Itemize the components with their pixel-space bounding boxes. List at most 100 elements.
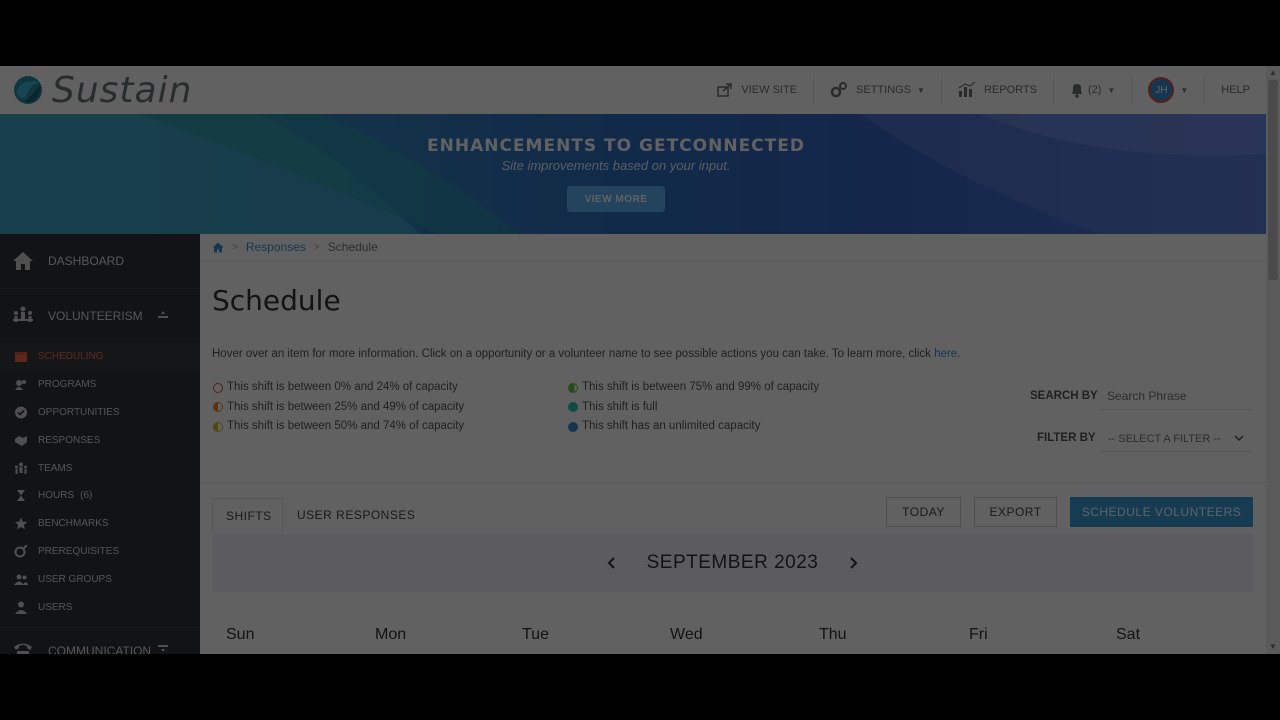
tab-user-responses[interactable]: USER RESPONSES [284, 498, 428, 532]
bell-icon [1071, 84, 1082, 98]
header-nav: VIEW SITE SETTINGS ▼ REPORTS (2) ▼ JH ▼ … [701, 66, 1250, 114]
sidebar-label: DASHBOARD [48, 254, 125, 268]
legend-item: This shift has an unlimited capacity [568, 417, 819, 437]
reports-label: REPORTS [983, 84, 1037, 96]
chevron-right-icon[interactable] [846, 556, 860, 570]
weekday-header: Thu [819, 626, 847, 643]
notifications-menu[interactable]: (2) ▼ [1054, 66, 1131, 114]
sidebar-item-hours[interactable]: HOURS (6) [0, 482, 200, 510]
sustain-logo-icon [14, 76, 42, 104]
sidebar-item-programs[interactable]: PROGRAMS [0, 371, 200, 399]
sidebar: DASHBOARD VOLUNTEERISM SCHEDULING PROGRA… [0, 234, 200, 654]
help-text: Hover over an item for more information.… [212, 348, 960, 360]
breadcrumb-responses-link[interactable]: Responses [246, 240, 306, 254]
capacity-0-24-icon [213, 382, 223, 393]
capacity-25-49-icon [213, 402, 223, 413]
legend-item: This shift is between 50% and 74% of cap… [213, 417, 464, 437]
sidebar-label: USER GROUPS [38, 573, 112, 585]
learn-more-link[interactable]: here [934, 348, 957, 360]
export-button[interactable]: EXPORT [974, 497, 1057, 527]
hours-count-badge: (6) [80, 490, 93, 502]
app-window: Sustain VIEW SITE SETTINGS ▼ REPORTS (2)… [0, 66, 1280, 654]
weekday-header: Fri [969, 626, 988, 643]
legend-label: This shift is between 0% and 24% of capa… [227, 381, 458, 393]
check-circle-icon [15, 406, 27, 419]
gears-icon [830, 82, 848, 98]
help-text-body: Hover over an item for more information.… [212, 348, 935, 360]
calendar-icon [15, 352, 27, 363]
home-icon[interactable] [212, 242, 224, 253]
divider [200, 482, 1266, 483]
filter-selected-value: -- SELECT A FILTER -- [1108, 432, 1221, 445]
breadcrumb-separator: > [313, 241, 320, 253]
chevron-down-icon: ▼ [1107, 85, 1116, 95]
user-menu[interactable]: JH ▼ [1132, 66, 1204, 114]
reports-link[interactable]: REPORTS [942, 66, 1053, 114]
help-link[interactable]: HELP [1205, 66, 1250, 114]
sidebar-item-scheduling[interactable]: SCHEDULING [0, 343, 200, 371]
brand-logo[interactable]: Sustain [12, 69, 193, 111]
help-label: HELP [1221, 84, 1250, 96]
divider [200, 261, 1266, 262]
capacity-unlimited-icon [568, 421, 578, 432]
banner-background-shapes [0, 114, 1266, 234]
weekday-header: Sat [1116, 626, 1141, 643]
sidebar-item-responses[interactable]: RESPONSES [0, 426, 200, 454]
sidebar-label: PREREQUISITES [38, 545, 120, 557]
scroll-up-icon[interactable]: ▲ [1269, 68, 1277, 77]
settings-menu[interactable]: SETTINGS ▼ [814, 66, 941, 114]
sidebar-label: SCHEDULING [38, 351, 104, 363]
avatar: JH [1148, 77, 1175, 103]
legend-label: This shift is full [582, 400, 658, 413]
breadcrumb-separator: > [232, 241, 238, 253]
sidebar-label: VOLUNTEERISM [48, 309, 143, 323]
external-link-icon [717, 83, 733, 97]
sidebar-item-dashboard[interactable]: DASHBOARD [0, 234, 200, 288]
telephone-icon [14, 643, 32, 654]
sidebar-item-benchmarks[interactable]: BENCHMARKS [0, 510, 200, 538]
filter-by-label: FILTER BY [1037, 432, 1096, 444]
sidebar-label: OPPORTUNITIES [38, 406, 120, 418]
tab-shifts[interactable]: SHIFTS [212, 498, 283, 532]
search-by-label: SEARCH BY [1030, 390, 1098, 402]
sidebar-label: TEAMS [38, 462, 73, 474]
sidebar-item-users[interactable]: USERS [0, 593, 200, 621]
home-icon [13, 252, 33, 270]
scroll-down-icon[interactable]: ▼ [1269, 642, 1277, 651]
schedule-volunteers-button[interactable]: SCHEDULE VOLUNTEERS [1070, 497, 1253, 527]
collapse-icon[interactable] [158, 309, 168, 319]
sidebar-section-volunteerism[interactable]: VOLUNTEERISM [0, 289, 200, 343]
sidebar-item-prerequisites[interactable]: PREREQUISITES [0, 538, 200, 566]
legend-label: This shift has an unlimited capacity [582, 420, 761, 432]
today-button[interactable]: TODAY [886, 497, 961, 527]
filter-select[interactable]: -- SELECT A FILTER -- [1100, 426, 1252, 452]
page-scrollbar[interactable]: ▲ ▼ [1266, 66, 1280, 654]
legend-label: This shift is between 50% and 74% of cap… [227, 420, 465, 432]
sidebar-label: USERS [38, 601, 73, 613]
page-title: Schedule [212, 284, 341, 317]
team-icon [15, 462, 27, 474]
scrollbar-thumb[interactable] [1268, 80, 1278, 280]
legend-item: This shift is between 25% and 49% of cap… [213, 398, 464, 418]
weekday-header: Tue [522, 626, 549, 643]
volunteers-icon [13, 306, 33, 322]
search-input[interactable] [1100, 382, 1252, 410]
sidebar-label: BENCHMARKS [38, 518, 109, 530]
brand-name: Sustain [52, 69, 193, 111]
sidebar-label: PROGRAMS [38, 379, 97, 391]
prerequisite-icon [14, 544, 28, 558]
view-site-link[interactable]: VIEW SITE [701, 66, 813, 114]
sidebar-item-user-groups[interactable]: USER GROUPS [0, 565, 200, 593]
expand-icon[interactable] [158, 644, 168, 654]
view-more-button[interactable]: VIEW MORE [567, 186, 665, 212]
sidebar-item-teams[interactable]: TEAMS [0, 454, 200, 482]
capacity-50-74-icon [213, 421, 223, 432]
weekday-header: Mon [375, 626, 407, 643]
breadcrumb-current: Schedule [327, 240, 378, 254]
chevron-down-icon [1234, 435, 1244, 442]
breadcrumb: > Responses > Schedule [212, 240, 378, 254]
sidebar-section-communication[interactable]: COMMUNICATION [0, 628, 200, 654]
notification-count: (2) [1087, 84, 1102, 96]
sidebar-item-opportunities[interactable]: OPPORTUNITIES [0, 399, 200, 427]
sidebar-label: HOURS [38, 490, 75, 502]
